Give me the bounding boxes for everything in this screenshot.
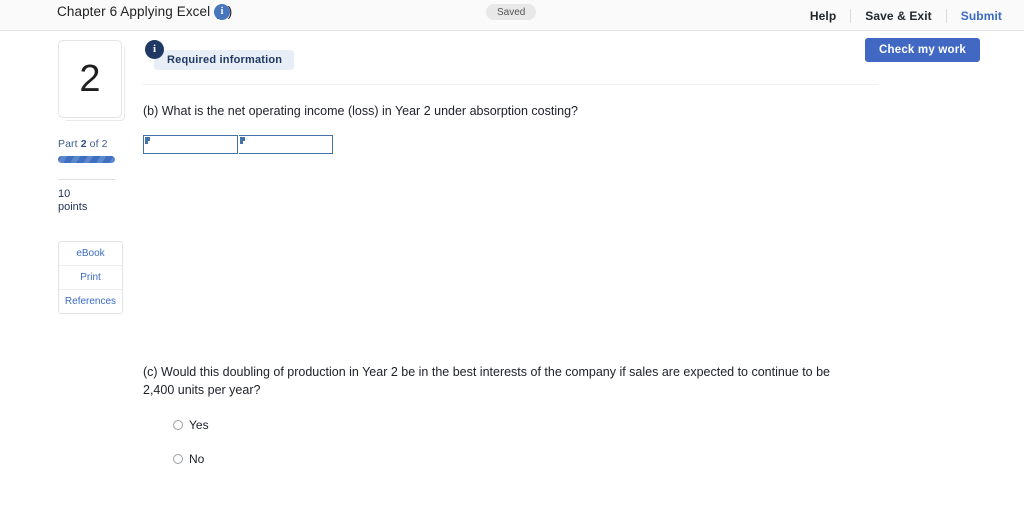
save-and-exit-button[interactable]: Save & Exit xyxy=(850,8,945,23)
radio-no-mark[interactable] xyxy=(173,454,183,464)
info-icon-glyph: i xyxy=(220,6,224,17)
answer-input-group xyxy=(143,134,333,154)
references-button[interactable]: References xyxy=(59,290,122,314)
submit-button[interactable]: Submit xyxy=(945,8,1002,23)
page-title: Chapter 6 Applying Excel (A) xyxy=(57,4,233,19)
part-prefix: Part xyxy=(58,138,81,150)
part-indicator: Part 2 of 2 xyxy=(58,138,142,150)
part-suffix: of 2 xyxy=(86,138,108,150)
required-information-label: Required information xyxy=(154,50,295,70)
required-info-icon-glyph: i xyxy=(152,43,157,55)
question-b-text: (b) What is the net operating income (lo… xyxy=(143,104,578,118)
answer-cell-2[interactable] xyxy=(239,134,333,154)
radio-yes-mark[interactable] xyxy=(173,420,183,430)
ebook-button[interactable]: eBook xyxy=(59,242,122,267)
header-actions: Help Save & Exit Submit xyxy=(796,0,1002,31)
required-info-icon: i xyxy=(145,40,164,59)
question-c-radio-group: Yes No xyxy=(173,418,209,486)
app-header: Chapter 6 Applying Excel (A) i Saved Hel… xyxy=(0,0,1024,31)
radio-no-label: No xyxy=(189,452,205,466)
content-divider xyxy=(143,84,878,85)
question-c-text: (c) Would this doubling of production in… xyxy=(143,365,830,398)
radio-option-yes[interactable]: Yes xyxy=(173,418,209,432)
question-number: 2 xyxy=(79,58,101,100)
help-button[interactable]: Help xyxy=(796,9,850,23)
sidebar-divider xyxy=(58,179,115,180)
required-information-banner: i Required information xyxy=(143,40,903,78)
radio-option-no[interactable]: No xyxy=(173,452,209,466)
points-value: 10 xyxy=(58,188,71,200)
answer-cell-1[interactable] xyxy=(143,134,238,154)
info-icon[interactable]: i xyxy=(214,4,230,20)
question-sidebar: 2 Part 2 of 2 10 points eBook Print Refe… xyxy=(58,40,142,315)
radio-yes-label: Yes xyxy=(189,418,209,432)
sidebar-resource-buttons: eBook Print References xyxy=(58,241,123,315)
status-badge: Saved xyxy=(486,4,537,20)
question-number-card: 2 xyxy=(58,40,122,118)
part-progress-bar xyxy=(58,156,115,163)
points-label: points xyxy=(58,200,88,213)
question-content: i Required information (b) What is the n… xyxy=(143,40,903,466)
print-button[interactable]: Print xyxy=(59,266,122,291)
